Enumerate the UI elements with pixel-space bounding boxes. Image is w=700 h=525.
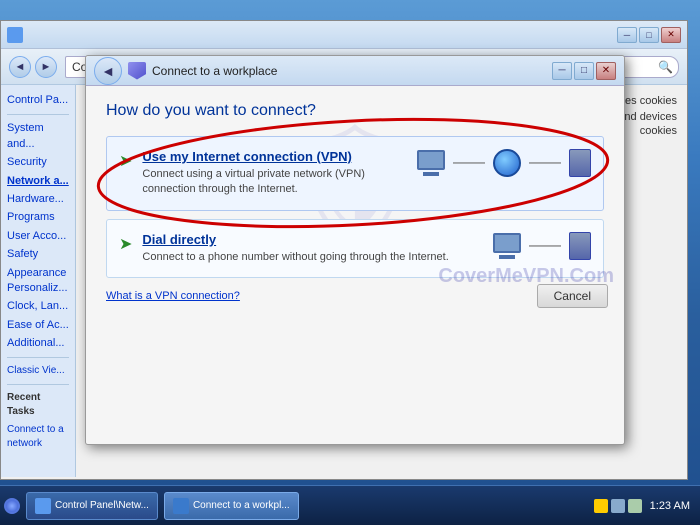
computer-icon-dial (493, 233, 521, 253)
windows-orb[interactable] (4, 498, 20, 514)
vpn-option-title[interactable]: Use my Internet connection (VPN) (142, 149, 407, 164)
dial-option-title[interactable]: Dial directly (142, 232, 483, 247)
dialog-titlebar: ◄ Connect to a workplace ─ □ ✕ (86, 56, 624, 86)
window-controls: ─ □ ✕ (617, 27, 681, 43)
control-panel-sidebar: Control Pa... System and... Security Net… (1, 85, 76, 477)
control-panel-titlebar: ─ □ ✕ (1, 21, 687, 49)
taskbar-time: 1:23 AM (650, 500, 690, 512)
vpn-option-content: Use my Internet connection (VPN) Connect… (142, 149, 407, 198)
dialog-minimize-button[interactable]: ─ (552, 62, 572, 80)
desktop: ─ □ ✕ ◄ ► Control Panel ► Network and In… (0, 0, 700, 525)
recent-tasks-header: Recent Tasks (7, 391, 69, 419)
computer-icon-vpn (417, 150, 445, 170)
taskbar-connect-label: Connect to a workpl... (193, 500, 290, 511)
sidebar-item-appearance[interactable]: Appearance Personaliz... (7, 266, 69, 297)
taskbar: Control Panel\Netw... Connect to a workp… (0, 485, 700, 525)
sidebar-item-classic[interactable]: Classic Vie... (7, 364, 69, 378)
vpn-option[interactable]: ➤ Use my Internet connection (VPN) Conne… (106, 136, 604, 211)
tray-icon-volume (628, 499, 642, 513)
dial-option[interactable]: ➤ Dial directly Connect to a phone numbe… (106, 219, 604, 278)
taskbar-btn-control-panel[interactable]: Control Panel\Netw... (26, 492, 158, 520)
vpn-link[interactable]: What is a VPN connection? (106, 290, 604, 302)
dialog-title-text: Connect to a workplace (152, 64, 277, 78)
minimize-button[interactable]: ─ (617, 27, 637, 43)
dialog-back-button[interactable]: ◄ (94, 57, 122, 85)
maximize-button[interactable]: □ (639, 27, 659, 43)
search-icon: 🔍 (658, 60, 673, 74)
vpn-option-desc: Connect using a virtual private network … (142, 167, 407, 198)
sidebar-item-ease[interactable]: Ease of Ac... (7, 318, 69, 333)
vpn-option-images: —— —— (417, 149, 591, 177)
taskbar-btn-connect[interactable]: Connect to a workpl... (164, 492, 299, 520)
taskbar-control-panel-icon (35, 498, 51, 514)
dialog-maximize-button[interactable]: □ (574, 62, 594, 80)
cp-window-icon (7, 27, 23, 43)
dialog-window-controls: ─ □ ✕ (552, 62, 616, 80)
sidebar-item-connect[interactable]: Connect to a network (7, 423, 69, 451)
vpn-option-arrow: ➤ (119, 151, 132, 171)
dialog-footer: Cancel (537, 284, 608, 308)
dial-option-arrow: ➤ (119, 234, 132, 254)
sidebar-item-network[interactable]: Network a... (7, 174, 69, 189)
sidebar-item-user-accounts[interactable]: User Acco... (7, 229, 69, 244)
dial-option-content: Dial directly Connect to a phone number … (142, 232, 483, 265)
server-icon-dial (569, 232, 591, 260)
tray-icon-security (594, 499, 608, 513)
tray-icon-network (611, 499, 625, 513)
dialog-close-button[interactable]: ✕ (596, 62, 616, 80)
cancel-button[interactable]: Cancel (537, 284, 608, 308)
tray-icons (594, 499, 642, 513)
sidebar-item-programs[interactable]: Programs (7, 210, 69, 225)
server-icon (569, 149, 591, 177)
globe-icon (493, 149, 521, 177)
sidebar-item-security[interactable]: Security (7, 155, 69, 170)
sidebar-item-safety[interactable]: Safety (7, 247, 69, 262)
sidebar-item-additional[interactable]: Additional... (7, 336, 69, 351)
sidebar-item-control-panel[interactable]: Control Pa... (7, 93, 69, 108)
taskbar-connect-icon (173, 498, 189, 514)
taskbar-tray: 1:23 AM (588, 499, 696, 513)
dial-option-images: —— (493, 232, 591, 260)
dial-option-desc: Connect to a phone number without going … (142, 250, 483, 265)
sidebar-item-system[interactable]: System and... (7, 121, 69, 152)
dialog-shield-icon (128, 62, 146, 80)
forward-button[interactable]: ► (35, 56, 57, 78)
connect-dialog: ◄ Connect to a workplace ─ □ ✕ 🛡 How do … (85, 55, 625, 445)
back-button[interactable]: ◄ (9, 56, 31, 78)
sidebar-item-hardware[interactable]: Hardware... (7, 192, 69, 207)
sidebar-item-clock[interactable]: Clock, Lan... (7, 299, 69, 314)
close-button[interactable]: ✕ (661, 27, 681, 43)
dialog-body: 🛡 How do you want to connect? ➤ Use my I… (86, 86, 624, 318)
taskbar-control-panel-label: Control Panel\Netw... (55, 500, 149, 511)
